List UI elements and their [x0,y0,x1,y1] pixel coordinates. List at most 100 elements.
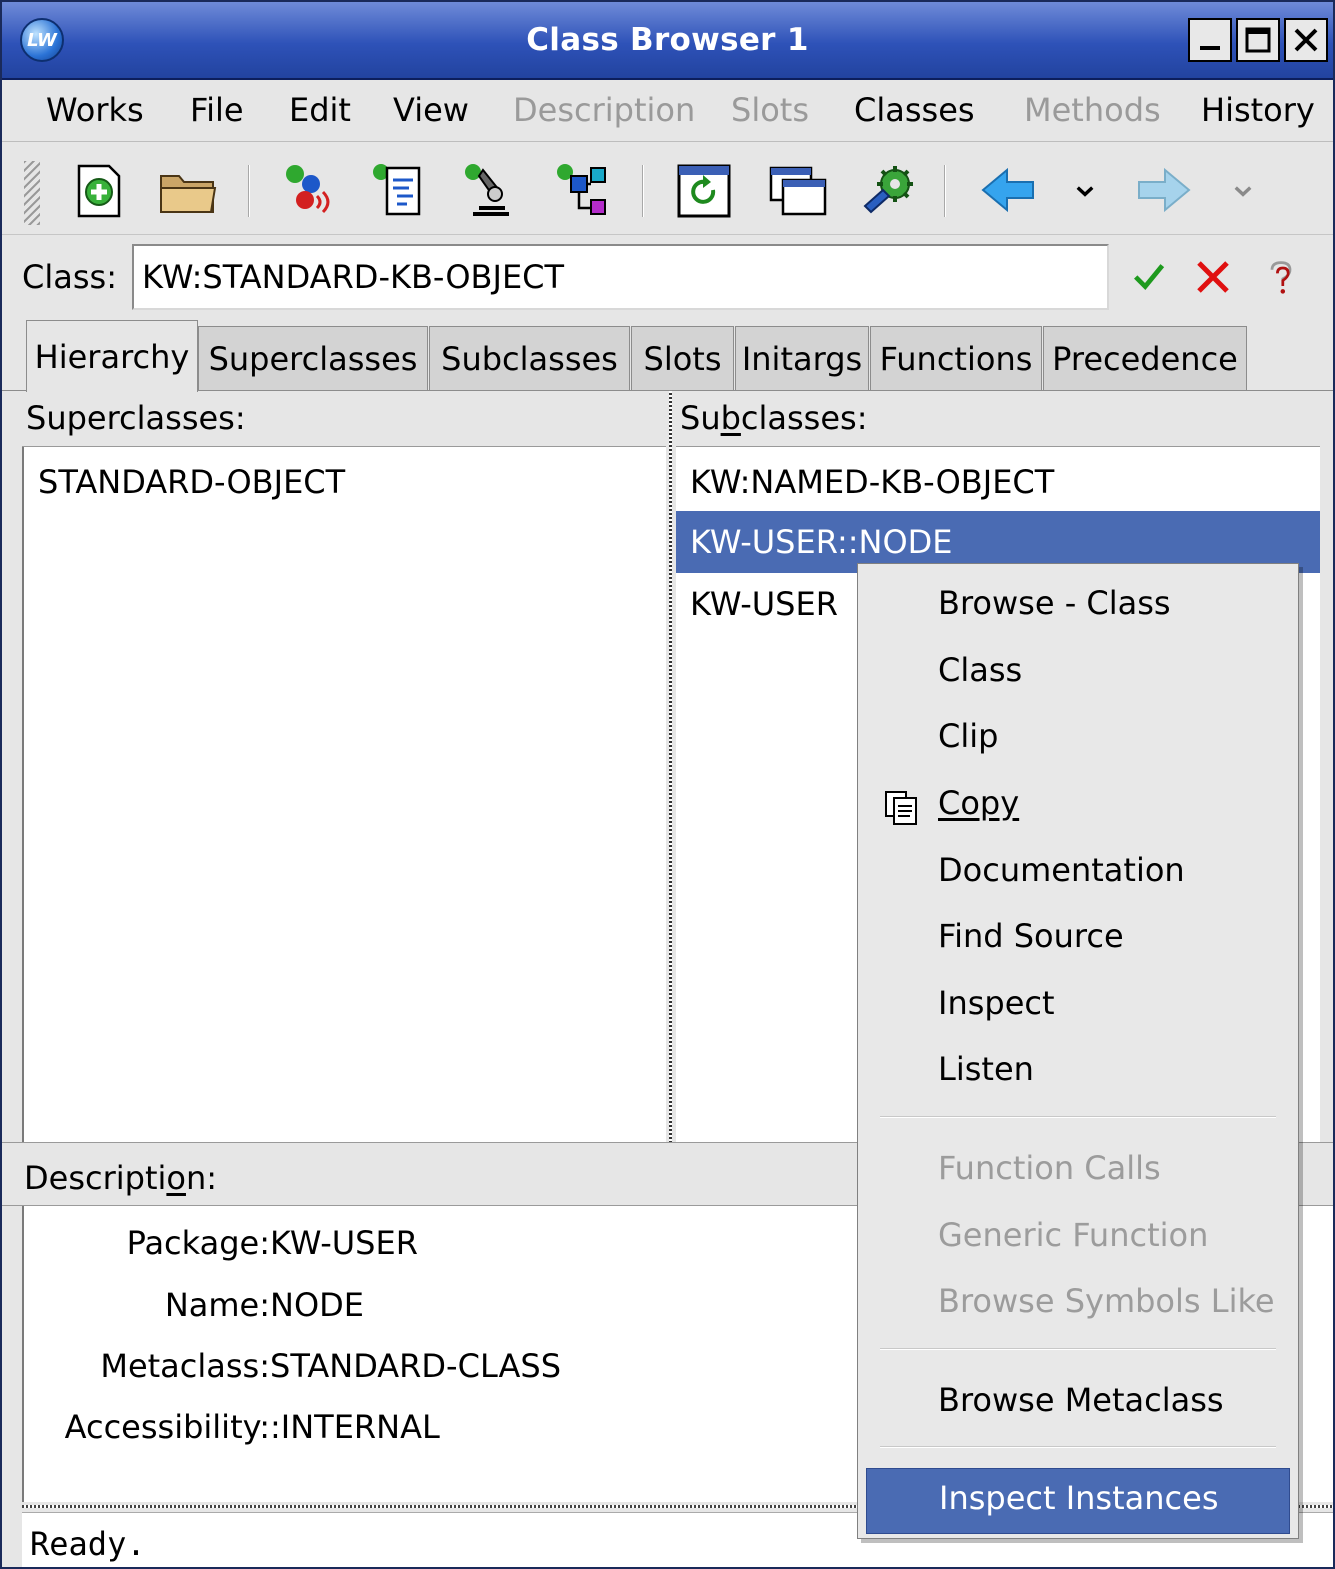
menu-browse-class[interactable]: Browse - Class [858,574,1298,640]
list-item[interactable]: KW:NAMED-KB-OBJECT [676,451,1320,513]
menu-separator [880,1446,1276,1448]
package-label: Package: [126,1224,270,1262]
tab-precedence[interactable]: Precedence [1043,326,1247,390]
listener-icon [286,165,330,214]
confirm-button[interactable] [1124,250,1174,304]
toolbar-grip[interactable] [24,161,40,225]
menu-copy[interactable]: Copy [858,774,1298,840]
menu-copy-label: Copy [938,784,1020,822]
help-button[interactable] [1256,250,1306,304]
toolbar-separator [944,165,946,217]
name-label: Name: [164,1286,270,1324]
title-bar[interactable]: LW Class Browser 1 [2,2,1333,80]
name-value: NODE [270,1286,364,1324]
maximize-button[interactable] [1236,18,1280,62]
checkmark-icon [1134,264,1165,291]
minimize-button[interactable] [1188,18,1232,62]
menu-clip[interactable]: Clip [858,707,1298,773]
refresh-button[interactable] [670,157,738,225]
accessibility-label: Accessibility: [64,1408,270,1446]
refresh-window-icon [677,164,731,218]
class-graph-button[interactable] [548,157,616,225]
toolbar-separator [248,165,250,217]
clipboard-icon [373,164,421,216]
class-label: Class: [22,258,117,296]
back-arrow-icon [981,167,1034,213]
tab-superclasses[interactable]: Superclasses [198,326,428,390]
back-button[interactable] [974,157,1042,225]
toolbar [2,143,1333,235]
superclasses-list[interactable]: STANDARD-OBJECT [22,447,666,1143]
metaclass-label: Metaclass: [100,1347,270,1385]
tab-hierarchy[interactable]: Hierarchy [26,320,198,392]
menu-function-calls[interactable]: Function Calls [858,1139,1298,1205]
toolbar-separator [642,165,644,217]
metaclass-value: STANDARD-CLASS [270,1347,562,1385]
list-item[interactable]: STANDARD-OBJECT [24,451,666,513]
menu-history[interactable]: History [1201,91,1315,129]
back-history-dropdown[interactable] [1060,157,1110,225]
close-button[interactable] [1284,18,1328,62]
window-title: Class Browser 1 [526,22,809,58]
subclasses-header: Subclasses: [676,391,1320,447]
accessibility-value: :INTERNAL [270,1408,440,1446]
class-input[interactable] [132,244,1109,310]
cancel-button[interactable] [1188,250,1238,304]
tab-functions[interactable]: Functions [870,326,1042,390]
menu-browse-symbols-like[interactable]: Browse Symbols Like [858,1272,1298,1338]
menu-documentation[interactable]: Documentation [858,841,1298,907]
superclasses-header: Superclasses: [22,391,666,447]
menu-file[interactable]: File [190,91,244,129]
menu-slots[interactable]: Slots [731,91,809,129]
settings-button[interactable] [854,157,922,225]
editor-button[interactable] [366,157,434,225]
inspector-button[interactable] [456,157,524,225]
maximize-icon [1245,27,1271,53]
menu-edit[interactable]: Edit [289,91,351,129]
forward-arrow-icon [1138,167,1191,213]
forward-button[interactable] [1130,157,1198,225]
menu-works[interactable]: Works [46,91,144,129]
menu-classes[interactable]: Classes [854,91,975,129]
tab-bar: Hierarchy Superclasses Subclasses Slots … [2,318,1333,392]
menu-view[interactable]: View [393,91,469,129]
listener-button[interactable] [274,157,342,225]
tab-subclasses[interactable]: Subclasses [429,326,630,390]
window-button[interactable] [764,157,832,225]
cancel-x-icon [1197,261,1229,293]
context-menu: Browse - Class Class Clip Copy Documenta… [857,563,1299,1539]
inspector-icon [465,164,509,216]
menu-methods[interactable]: Methods [1024,91,1161,129]
settings-gear-icon [863,166,913,214]
menu-find-source[interactable]: Find Source [858,907,1298,973]
class-browser-window: LW Class Browser 1 Works File Edit View … [0,0,1335,1569]
minimize-icon [1200,46,1220,50]
menu-browse-metaclass[interactable]: Browse Metaclass [858,1371,1298,1437]
package-value: KW-USER [270,1224,418,1262]
question-help-icon [1270,261,1292,294]
menu-inspect[interactable]: Inspect [858,974,1298,1040]
chevron-down-icon [1234,186,1252,197]
copy-icon [885,791,917,825]
tab-slots[interactable]: Slots [631,326,734,390]
forward-history-dropdown[interactable] [1218,157,1268,225]
close-icon [1294,28,1318,52]
menu-class[interactable]: Class [858,641,1298,707]
class-graph-icon [557,164,606,215]
window-icon [769,166,827,216]
menu-description[interactable]: Description [513,91,695,129]
open-button[interactable] [154,157,222,225]
menu-generic-function[interactable]: Generic Function [858,1206,1298,1272]
chevron-down-icon [1076,186,1094,197]
menu-separator [880,1348,1276,1350]
menu-separator [880,1116,1276,1118]
open-folder-icon [160,175,217,213]
menu-listen[interactable]: Listen [858,1040,1298,1106]
pane-splitter[interactable] [666,391,676,1143]
new-button[interactable] [64,157,132,225]
new-document-icon [77,164,121,218]
tab-initargs[interactable]: Initargs [735,326,869,390]
class-row: Class: [2,236,1333,318]
menu-inspect-instances[interactable]: Inspect Instances [866,1468,1290,1534]
menu-bar: Works File Edit View Description Slots C… [2,80,1333,142]
